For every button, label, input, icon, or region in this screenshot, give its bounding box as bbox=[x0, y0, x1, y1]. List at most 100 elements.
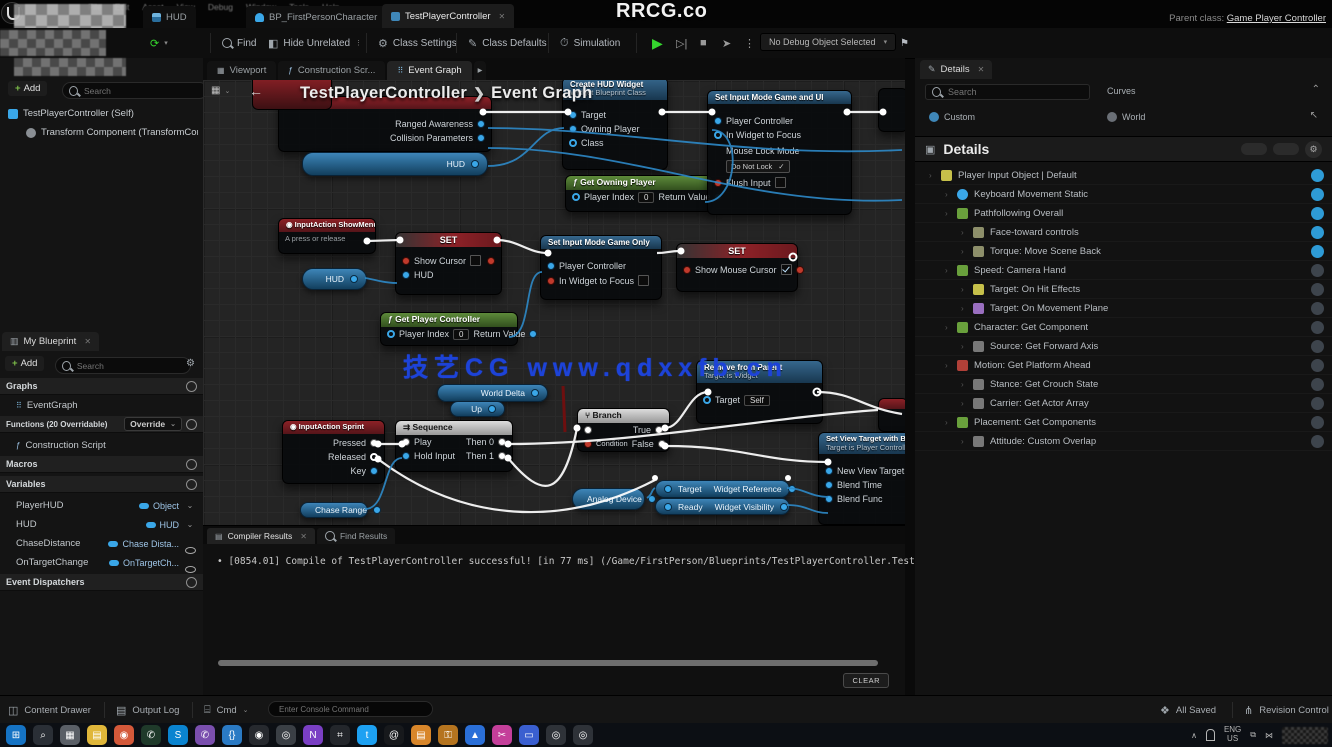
condition-pin[interactable] bbox=[584, 440, 592, 448]
details-tree-row[interactable]: Player Input Object | Default bbox=[915, 166, 1332, 185]
details-tree-row[interactable]: Placement: Get Components bbox=[915, 413, 1332, 432]
add-macro-icon[interactable] bbox=[186, 459, 197, 470]
compile-log-line[interactable]: • [0854.01] Compile of TestPlayerControl… bbox=[217, 556, 1012, 567]
add-dispatcher-icon[interactable] bbox=[186, 577, 197, 588]
clear-log-button[interactable]: CLEAR bbox=[843, 673, 889, 688]
cursor-checkbox[interactable] bbox=[470, 255, 481, 266]
row-toggle[interactable] bbox=[1311, 283, 1324, 296]
row-toggle[interactable] bbox=[1311, 340, 1324, 353]
row-toggle[interactable] bbox=[1311, 435, 1324, 448]
variable-control-icon[interactable] bbox=[183, 520, 197, 529]
node-sequence[interactable]: ⇉ Sequence Play Then 0 Hold Input Then 1 bbox=[395, 420, 513, 472]
collapse-icon[interactable]: ⌃ bbox=[1312, 84, 1320, 95]
row-toggle[interactable] bbox=[1311, 378, 1324, 391]
input-pin[interactable] bbox=[569, 111, 577, 119]
bool-out-pin[interactable] bbox=[487, 257, 495, 265]
horizontal-scrollbar[interactable] bbox=[218, 660, 878, 666]
output-pin[interactable] bbox=[370, 467, 378, 475]
details-tree-row[interactable]: Source: Get Forward Axis bbox=[915, 337, 1332, 356]
item-construction-script[interactable]: ƒ Construction Script bbox=[0, 436, 203, 454]
node-inputaction-showmenu[interactable]: ◉ InputAction ShowMenu A press or releas… bbox=[278, 218, 376, 254]
row-toggle[interactable] bbox=[1311, 245, 1324, 258]
output-pin[interactable] bbox=[648, 495, 656, 503]
node-set-show-mouse-cursor[interactable]: SET Show Mouse Cursor bbox=[676, 243, 798, 292]
output-pin[interactable] bbox=[531, 389, 539, 397]
pill-chase-range[interactable]: Chase Range bbox=[300, 502, 368, 518]
close-icon[interactable]: ✕ bbox=[978, 65, 985, 74]
variable-control-icon[interactable] bbox=[183, 501, 197, 510]
mouse-cursor-checkbox[interactable] bbox=[781, 264, 792, 275]
details-tree-row[interactable]: Face-toward controls bbox=[915, 223, 1332, 242]
details-tree-row[interactable]: Keyboard Movement Static bbox=[915, 185, 1332, 204]
output-pin[interactable] bbox=[788, 485, 796, 493]
console-command-box[interactable] bbox=[268, 701, 433, 717]
section-event-dispatchers[interactable]: Event Dispatchers bbox=[0, 574, 203, 591]
node-set-input-mode-game[interactable]: Set Input Mode Game Only Player Controll… bbox=[540, 235, 662, 300]
play-button[interactable]: ▶ bbox=[652, 28, 663, 58]
target-pin[interactable] bbox=[703, 396, 711, 404]
input-pin[interactable] bbox=[402, 452, 410, 460]
console-command-input[interactable] bbox=[277, 704, 424, 715]
details-tree-row[interactable]: Stance: Get Crouch State bbox=[915, 375, 1332, 394]
output-pin[interactable] bbox=[350, 275, 358, 283]
taskbar-icon[interactable]: S bbox=[168, 725, 188, 745]
mouse-lock-dropdown[interactable]: Do Not Lock✓ bbox=[726, 160, 790, 173]
variable-row[interactable]: OnTargetChange OnTargetCh... bbox=[0, 553, 203, 572]
flush-checkbox[interactable] bbox=[775, 177, 786, 188]
language-indicator[interactable]: ENGUS bbox=[1224, 726, 1241, 744]
row-toggle[interactable] bbox=[1311, 416, 1324, 429]
tab-overflow-arrow[interactable]: ▸ bbox=[474, 61, 487, 80]
input-pin[interactable] bbox=[825, 495, 833, 503]
output-pin[interactable] bbox=[477, 134, 485, 142]
tab-viewport[interactable]: ▦Viewport bbox=[207, 61, 276, 80]
output-pin[interactable] bbox=[488, 405, 496, 413]
pill-up[interactable]: Up bbox=[450, 401, 505, 417]
exec-out-pin[interactable] bbox=[498, 438, 506, 446]
taskbar-icon[interactable]: ▤ bbox=[87, 725, 107, 745]
header-toggle-a[interactable] bbox=[1241, 143, 1267, 155]
row-toggle[interactable] bbox=[1311, 397, 1324, 410]
bool-pin[interactable] bbox=[683, 266, 691, 274]
output-log-button[interactable]: ▤Output Log bbox=[116, 696, 179, 724]
row-toggle[interactable] bbox=[1311, 226, 1324, 239]
pill-ready-widget-vis[interactable]: Ready Widget Visibility bbox=[655, 498, 790, 515]
more-options-icon[interactable]: ⋮ bbox=[355, 39, 362, 47]
variable-row[interactable]: HUD HUD bbox=[0, 515, 203, 534]
my-blueprint-search-input[interactable] bbox=[75, 360, 184, 372]
taskbar-icon[interactable]: ⌕ bbox=[33, 725, 53, 745]
details-tree-row[interactable]: Motion: Get Platform Ahead bbox=[915, 356, 1332, 375]
input-pin[interactable] bbox=[547, 262, 555, 270]
taskbar-icon[interactable]: ✆ bbox=[141, 725, 161, 745]
section-macros[interactable]: Macros bbox=[0, 456, 203, 473]
section-graphs[interactable]: Graphs bbox=[0, 378, 203, 395]
section-functions[interactable]: Functions (20 Overridable) Override⌄ bbox=[0, 416, 203, 433]
simulation-button[interactable]: ⏱Simulation bbox=[560, 28, 620, 58]
breadcrumb-root[interactable]: TestPlayerController bbox=[300, 84, 467, 102]
filter-gear-icon[interactable]: ⚙ bbox=[186, 358, 195, 369]
details-tree-row[interactable]: Character: Get Component bbox=[915, 318, 1332, 337]
input-pin[interactable] bbox=[387, 330, 395, 338]
add-variable-icon[interactable] bbox=[186, 479, 197, 490]
taskbar-icon[interactable]: ▦ bbox=[60, 725, 80, 745]
tray-app-icon[interactable]: ⧉ bbox=[1250, 730, 1256, 740]
variable-row[interactable]: PlayerHUD Object bbox=[0, 496, 203, 515]
taskbar-icon[interactable]: ⌗ bbox=[330, 725, 350, 745]
input-pin[interactable] bbox=[664, 485, 672, 493]
class-settings-button[interactable]: ⚙Class Settings bbox=[378, 28, 457, 58]
find-button[interactable]: Find bbox=[222, 28, 256, 58]
row-toggle[interactable] bbox=[1311, 188, 1324, 201]
taskbar-icon[interactable]: ✆ bbox=[195, 725, 215, 745]
node-get-player-controller[interactable]: ƒ Get Player Controller Player Index0 Re… bbox=[380, 312, 518, 346]
taskbar-icon[interactable]: {} bbox=[222, 725, 242, 745]
add-function-icon[interactable] bbox=[186, 419, 197, 430]
node-partial-right-2[interactable] bbox=[878, 398, 905, 432]
filter-curves-label[interactable]: Curves bbox=[1107, 86, 1136, 96]
settings-gear-icon[interactable]: ⚙ bbox=[1305, 141, 1322, 158]
details-tree-row[interactable]: Speed: Camera Hand bbox=[915, 261, 1332, 280]
false-pin[interactable] bbox=[658, 440, 666, 448]
taskbar-icon[interactable]: N bbox=[303, 725, 323, 745]
details-tree-row[interactable]: Pathfollowing Overall bbox=[915, 204, 1332, 223]
exec-pin[interactable] bbox=[370, 453, 378, 461]
components-search[interactable] bbox=[62, 82, 208, 99]
section-variables[interactable]: Variables bbox=[0, 476, 203, 493]
